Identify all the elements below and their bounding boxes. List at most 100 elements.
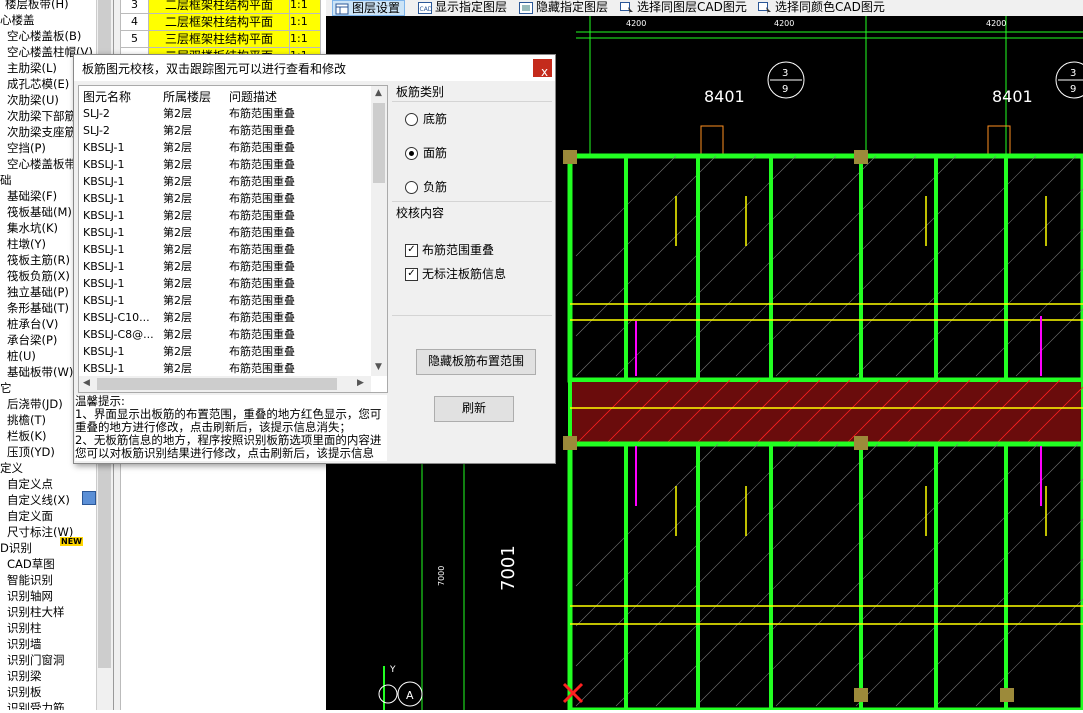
radio-bottom-rebar[interactable]: 底筋: [405, 110, 447, 127]
tree-item[interactable]: 条形基础(T): [7, 300, 69, 316]
tree-item[interactable]: 础: [0, 172, 12, 188]
result-row[interactable]: KBSLJ-1 第2层 布筋范围重叠: [79, 360, 369, 377]
result-row[interactable]: KBSLJ-1 第2层 布筋范围重叠: [79, 190, 369, 207]
tree-item[interactable]: 心楼盖: [0, 12, 35, 28]
check-result-list[interactable]: 图元名称 所属楼层 问题描述 SLJ-2 第2层 布筋范围重叠 SLJ-2 第2层 布筋范…: [78, 85, 388, 393]
tree-item[interactable]: 空心楼盖板带: [7, 156, 76, 172]
checkmark-icon: ✓: [405, 244, 418, 257]
tree-item[interactable]: 自定义线(X): [7, 492, 70, 508]
tree-item[interactable]: 承台梁(P): [7, 332, 57, 348]
tree-item[interactable]: 压顶(YD): [7, 444, 55, 460]
tree-item[interactable]: 主肋梁(L): [7, 60, 57, 76]
dialog-titlebar[interactable]: 板筋图元校核，双击跟踪图元可以进行查看和修改 x: [74, 55, 555, 81]
floor-name-cell[interactable]: 三层框架柱结构平面: [148, 30, 290, 48]
floor-table-row[interactable]: 5 三层框架柱结构平面 1:1: [120, 30, 325, 48]
result-row[interactable]: KBSLJ-1 第2层 布筋范围重叠: [79, 156, 369, 173]
tree-item[interactable]: 次肋梁(U): [7, 92, 59, 108]
dialog-title: 板筋图元校核，双击跟踪图元可以进行查看和修改: [82, 62, 347, 76]
scale-cell[interactable]: 1:1: [289, 0, 321, 14]
layer-settings-button[interactable]: 图层设置: [332, 0, 406, 16]
row-issue: 布筋范围重叠: [229, 328, 295, 341]
tree-item[interactable]: 识别柱: [7, 620, 42, 636]
tree-item[interactable]: 桩承台(V): [7, 316, 58, 332]
tree-item[interactable]: 它: [0, 380, 12, 396]
floor-table-row[interactable]: 4 二层框架柱结构平面 1:1: [120, 13, 325, 31]
tree-item[interactable]: 次肋梁支座筋: [7, 124, 76, 140]
result-row[interactable]: KBSLJ-1 第2层 布筋范围重叠: [79, 173, 369, 190]
radio-negative-rebar[interactable]: 负筋: [405, 178, 447, 195]
select-same-layer-button[interactable]: 选择同图层CAD图元: [620, 0, 747, 14]
result-row[interactable]: KBSLJ-C10... 第2层 布筋范围重叠: [79, 309, 369, 326]
result-row[interactable]: KBSLJ-1 第2层 布筋范围重叠: [79, 139, 369, 156]
tree-item[interactable]: 基础板带(W): [7, 364, 73, 380]
list-vscroll-thumb[interactable]: [373, 103, 385, 183]
floor-name-cell[interactable]: 二层框架柱结构平面: [148, 0, 290, 14]
result-row[interactable]: KBSLJ-1 第2层 布筋范围重叠: [79, 292, 369, 309]
check-overlap-checkbox[interactable]: ✓ 布筋范围重叠: [405, 241, 494, 258]
list-vertical-scrollbar[interactable]: ▲ ▼: [371, 86, 387, 376]
scale-cell[interactable]: 1:1: [289, 30, 321, 48]
tree-item[interactable]: 集水坑(K): [7, 220, 58, 236]
tree-item[interactable]: 楼层板带(H): [5, 0, 69, 12]
grid-icon[interactable]: [82, 491, 96, 505]
select-same-color-button[interactable]: 选择同颜色CAD图元: [758, 0, 885, 14]
tree-item[interactable]: 筏板负筋(X): [7, 268, 70, 284]
tree-item[interactable]: 筏板主筋(R): [7, 252, 70, 268]
row-floor: 第2层: [163, 260, 192, 273]
tree-item[interactable]: 识别板: [7, 684, 42, 700]
result-row[interactable]: KBSLJ-1 第2层 布筋范围重叠: [79, 224, 369, 241]
scale-cell[interactable]: 1:1: [289, 13, 321, 31]
column-header-issue[interactable]: 问题描述: [229, 88, 277, 105]
tree-item[interactable]: 自定义点: [7, 476, 53, 492]
tree-item[interactable]: 识别墙: [7, 636, 42, 652]
tree-item[interactable]: 筏板基础(M): [7, 204, 72, 220]
tree-item[interactable]: 次肋梁下部筋: [7, 108, 76, 124]
tree-item[interactable]: 识别柱大样: [7, 604, 65, 620]
scroll-up-icon[interactable]: ▲: [375, 88, 382, 98]
tree-item[interactable]: 识别受力筋: [7, 700, 65, 710]
check-noinfo-checkbox[interactable]: ✓ 无标注板筋信息: [405, 265, 506, 282]
tree-item[interactable]: 挑檐(T): [7, 412, 46, 428]
scroll-down-icon[interactable]: ▼: [375, 362, 382, 372]
result-row[interactable]: KBSLJ-C8@... 第2层 布筋范围重叠: [79, 326, 369, 343]
result-row[interactable]: SLJ-2 第2层 布筋范围重叠: [79, 105, 369, 122]
tree-item[interactable]: D识别: [0, 540, 32, 556]
tree-item[interactable]: 后浇带(JD): [7, 396, 63, 412]
column-header-name[interactable]: 图元名称: [83, 88, 131, 105]
list-horizontal-scrollbar[interactable]: ◀ ▶: [79, 376, 371, 392]
result-row[interactable]: KBSLJ-1 第2层 布筋范围重叠: [79, 275, 369, 292]
tree-item[interactable]: 基础梁(F): [7, 188, 57, 204]
tree-item[interactable]: 柱墩(Y): [7, 236, 46, 252]
column-header-floor[interactable]: 所属楼层: [163, 88, 211, 105]
tree-item[interactable]: 空挡(P): [7, 140, 46, 156]
tree-item[interactable]: 独立基础(P): [7, 284, 69, 300]
dialog-close-button[interactable]: x: [533, 59, 552, 79]
floor-table-row[interactable]: 3 二层框架柱结构平面 1:1: [120, 0, 325, 14]
tree-item[interactable]: 识别门窗洞: [7, 652, 65, 668]
tree-item[interactable]: 空心楼盖板(B): [7, 28, 81, 44]
hide-rebar-range-button[interactable]: 隐藏板筋布置范围: [416, 349, 536, 375]
show-layer-button[interactable]: CAD 显示指定图层: [418, 0, 507, 14]
result-row[interactable]: SLJ-2 第2层 布筋范围重叠: [79, 122, 369, 139]
row-issue: 布筋范围重叠: [229, 158, 295, 171]
result-row[interactable]: KBSLJ-1 第2层 布筋范围重叠: [79, 258, 369, 275]
tree-item[interactable]: 识别梁: [7, 668, 42, 684]
result-row[interactable]: KBSLJ-1 第2层 布筋范围重叠: [79, 207, 369, 224]
tree-item[interactable]: 智能识别: [7, 572, 53, 588]
radio-top-rebar[interactable]: 面筋: [405, 144, 447, 161]
tree-item[interactable]: 桩(U): [7, 348, 36, 364]
tree-item[interactable]: 栏板(K): [7, 428, 47, 444]
tree-item[interactable]: 成孔芯模(E): [7, 76, 69, 92]
tree-item[interactable]: CAD草图: [7, 556, 55, 572]
scroll-right-icon[interactable]: ▶: [357, 378, 364, 388]
list-hscroll-thumb[interactable]: [97, 378, 337, 390]
floor-name-cell[interactable]: 二层框架柱结构平面: [148, 13, 290, 31]
result-row[interactable]: KBSLJ-1 第2层 布筋范围重叠: [79, 241, 369, 258]
tree-item[interactable]: 识别轴网: [7, 588, 53, 604]
tree-item[interactable]: 定义: [0, 460, 23, 476]
refresh-button[interactable]: 刷新: [434, 396, 514, 422]
hide-layer-button[interactable]: 隐藏指定图层: [519, 0, 608, 14]
scroll-left-icon[interactable]: ◀: [83, 378, 90, 388]
result-row[interactable]: KBSLJ-1 第2层 布筋范围重叠: [79, 343, 369, 360]
tree-item[interactable]: 自定义面: [7, 508, 53, 524]
